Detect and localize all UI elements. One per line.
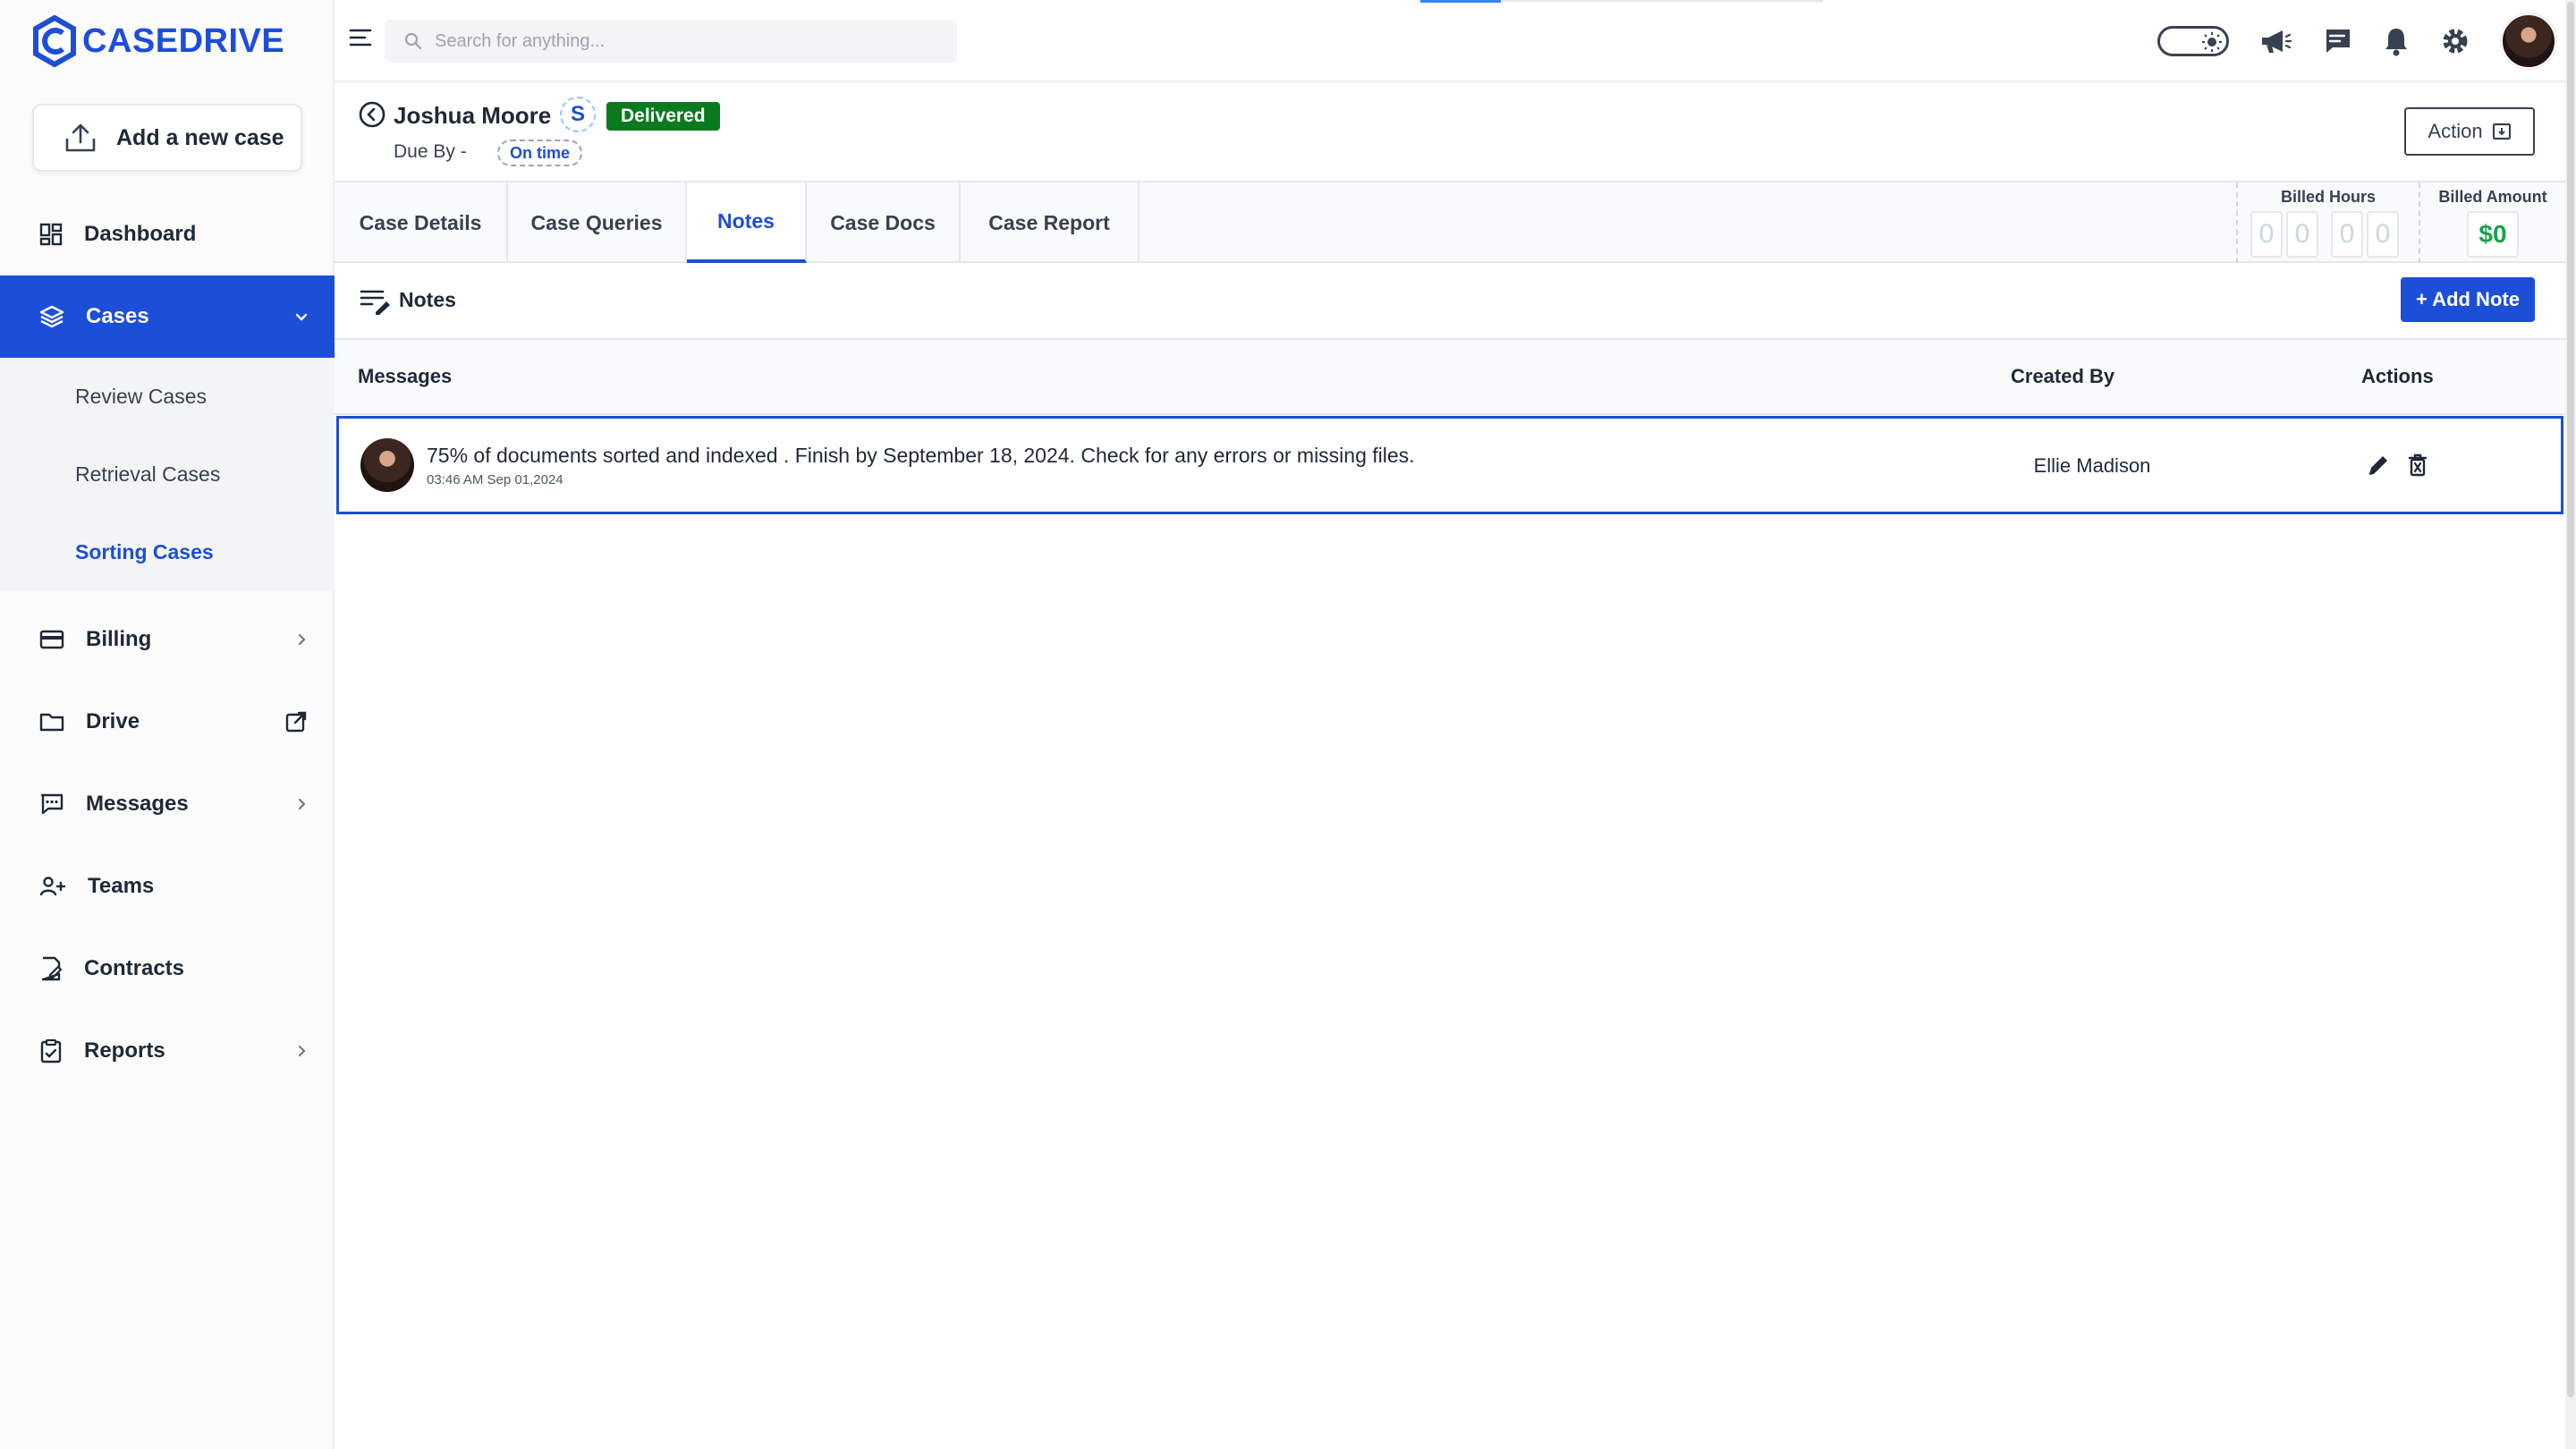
folder-icon [39, 713, 64, 732]
hamburger-menu-icon[interactable] [349, 27, 372, 48]
sidebar-item-label: Contracts [84, 956, 185, 980]
tab-case-report[interactable]: Case Report [961, 182, 1140, 263]
notes-title: Notes [399, 288, 456, 311]
tab-case-docs[interactable]: Case Docs [807, 182, 961, 263]
sidebar-item-contracts[interactable]: Contracts [0, 928, 335, 1010]
billed-amount-label: Billed Amount [2438, 188, 2547, 206]
sidebar-item-label: Dashboard [84, 222, 197, 246]
sidebar-item-billing[interactable]: Billing [0, 598, 335, 681]
brand-logo[interactable]: CASEDRIVE [32, 14, 284, 68]
topbar-actions [2157, 13, 2556, 70]
search-icon [404, 32, 422, 50]
page-scrollbar[interactable] [2565, 0, 2576, 1449]
sidebar-item-label: Messages [86, 792, 189, 816]
sidebar-item-dashboard[interactable]: Dashboard [0, 193, 335, 275]
gear-icon[interactable] [2440, 26, 2470, 56]
billed-hours: Billed Hours 0 0 0 0 [2236, 182, 2419, 263]
notes-table-header: Messages Created By Actions [335, 340, 2565, 415]
case-header: Joshua Moore S Delivered Due By - On tim… [335, 84, 2576, 181]
tab-notes[interactable]: Notes [687, 182, 807, 263]
chevron-right-icon [299, 799, 306, 809]
action-button-label: Action [2428, 120, 2483, 142]
billed-amount: Billed Amount $0 [2419, 182, 2565, 263]
tab-case-details[interactable]: Case Details [335, 182, 508, 263]
megaphone-icon[interactable] [2259, 27, 2292, 55]
upload-icon [65, 123, 96, 152]
sidebar-item-messages[interactable]: Messages [0, 763, 335, 845]
scrollbar-thumb[interactable] [2567, 2, 2574, 1397]
billed-amount-value: $0 [2467, 211, 2519, 258]
billed-hours-digit: 0 [2250, 211, 2283, 258]
brand-name: CASEDRIVE [82, 21, 285, 60]
chevron-right-icon [299, 1046, 306, 1056]
edit-pencil-icon[interactable] [2366, 453, 2391, 478]
action-button[interactable]: Action [2404, 107, 2535, 156]
search-input[interactable] [435, 30, 936, 52]
note-author-avatar [360, 438, 414, 492]
case-tabs: Case Details Case Queries Notes Case Doc… [335, 181, 2565, 263]
sidebar-subitem-sorting-cases[interactable]: Sorting Cases [0, 513, 335, 591]
notes-header: Notes + Add Note [335, 263, 2565, 340]
add-note-button[interactable]: + Add Note [2401, 277, 2535, 322]
loading-progress-bar [1420, 0, 1501, 3]
sidebar-subitem-retrieval-cases[interactable]: Retrieval Cases [0, 436, 335, 513]
sidebar-item-label: Billing [86, 627, 152, 651]
bell-icon[interactable] [2383, 26, 2410, 56]
sun-icon [2202, 32, 2222, 52]
add-new-case-label: Add a new case [116, 124, 284, 150]
billed-hours-digit: 0 [2286, 211, 2318, 258]
billed-hours-label: Billed Hours [2280, 188, 2376, 206]
contract-icon [41, 956, 63, 981]
sidebar-item-label: Teams [88, 874, 155, 898]
notes-edit-icon [360, 290, 390, 315]
tab-case-queries[interactable]: Case Queries [508, 182, 687, 263]
sidebar-item-drive[interactable]: Drive [0, 681, 335, 763]
case-client-name: Joshua Moore [394, 102, 552, 129]
credit-card-icon [39, 630, 64, 649]
sidebar-item-cases[interactable]: Cases [0, 275, 335, 358]
users-icon [39, 877, 66, 896]
cases-submenu: Review Cases Retrieval Cases Sorting Cas… [0, 358, 335, 591]
sidebar-item-reports[interactable]: Reports [0, 1010, 335, 1092]
billed-hours-digit: 0 [2367, 211, 2399, 258]
user-avatar[interactable] [2501, 13, 2556, 69]
action-menu-icon [2492, 123, 2511, 140]
note-created-by: Ellie Madison [2033, 454, 2151, 477]
chevron-down-icon [295, 313, 308, 321]
due-by-label: Due By - [394, 141, 467, 162]
sidebar-item-teams[interactable]: Teams [0, 845, 335, 928]
table-row[interactable]: 75% of documents sorted and indexed . Fi… [336, 416, 2563, 514]
column-header-created-by: Created By [2011, 365, 2115, 387]
column-header-messages: Messages [358, 365, 453, 387]
clipboard-icon [40, 1038, 62, 1063]
chat-icon [40, 793, 64, 815]
sidebar-nav: Dashboard Cases Review Cases Retrieval C… [0, 193, 335, 1092]
sidebar-subitem-review-cases[interactable]: Review Cases [0, 358, 335, 436]
sidebar: CASEDRIVE Add a new case Dashboard Cases… [0, 0, 335, 1449]
note-message: 75% of documents sorted and indexed . Fi… [427, 444, 1415, 467]
chat-bubble-icon[interactable] [2322, 27, 2352, 55]
back-arrow-icon[interactable] [358, 100, 386, 129]
delete-trash-icon[interactable] [2407, 453, 2428, 478]
casedrive-logo-icon [33, 15, 76, 67]
column-header-actions: Actions [2361, 365, 2434, 387]
add-new-case-button[interactable]: Add a new case [32, 104, 302, 172]
chevron-right-icon [299, 634, 306, 645]
theme-toggle[interactable] [2157, 26, 2229, 56]
billed-hours-digit: 0 [2331, 211, 2363, 258]
dashboard-icon [39, 223, 63, 246]
note-timestamp: 03:46 AM Sep 01,2024 [427, 472, 564, 487]
sidebar-item-label: Reports [84, 1038, 165, 1063]
loading-progress-track [1501, 0, 1823, 2]
sidebar-item-label: Cases [86, 304, 149, 328]
topbar [335, 0, 2576, 82]
sidebar-item-label: Drive [86, 709, 140, 733]
status-badge: Delivered [606, 102, 720, 131]
external-link-icon[interactable] [284, 710, 308, 733]
case-type-badge: S [560, 97, 596, 132]
layers-icon [39, 305, 64, 328]
due-status-badge: On time [497, 140, 583, 166]
search-bar[interactable] [385, 20, 957, 63]
